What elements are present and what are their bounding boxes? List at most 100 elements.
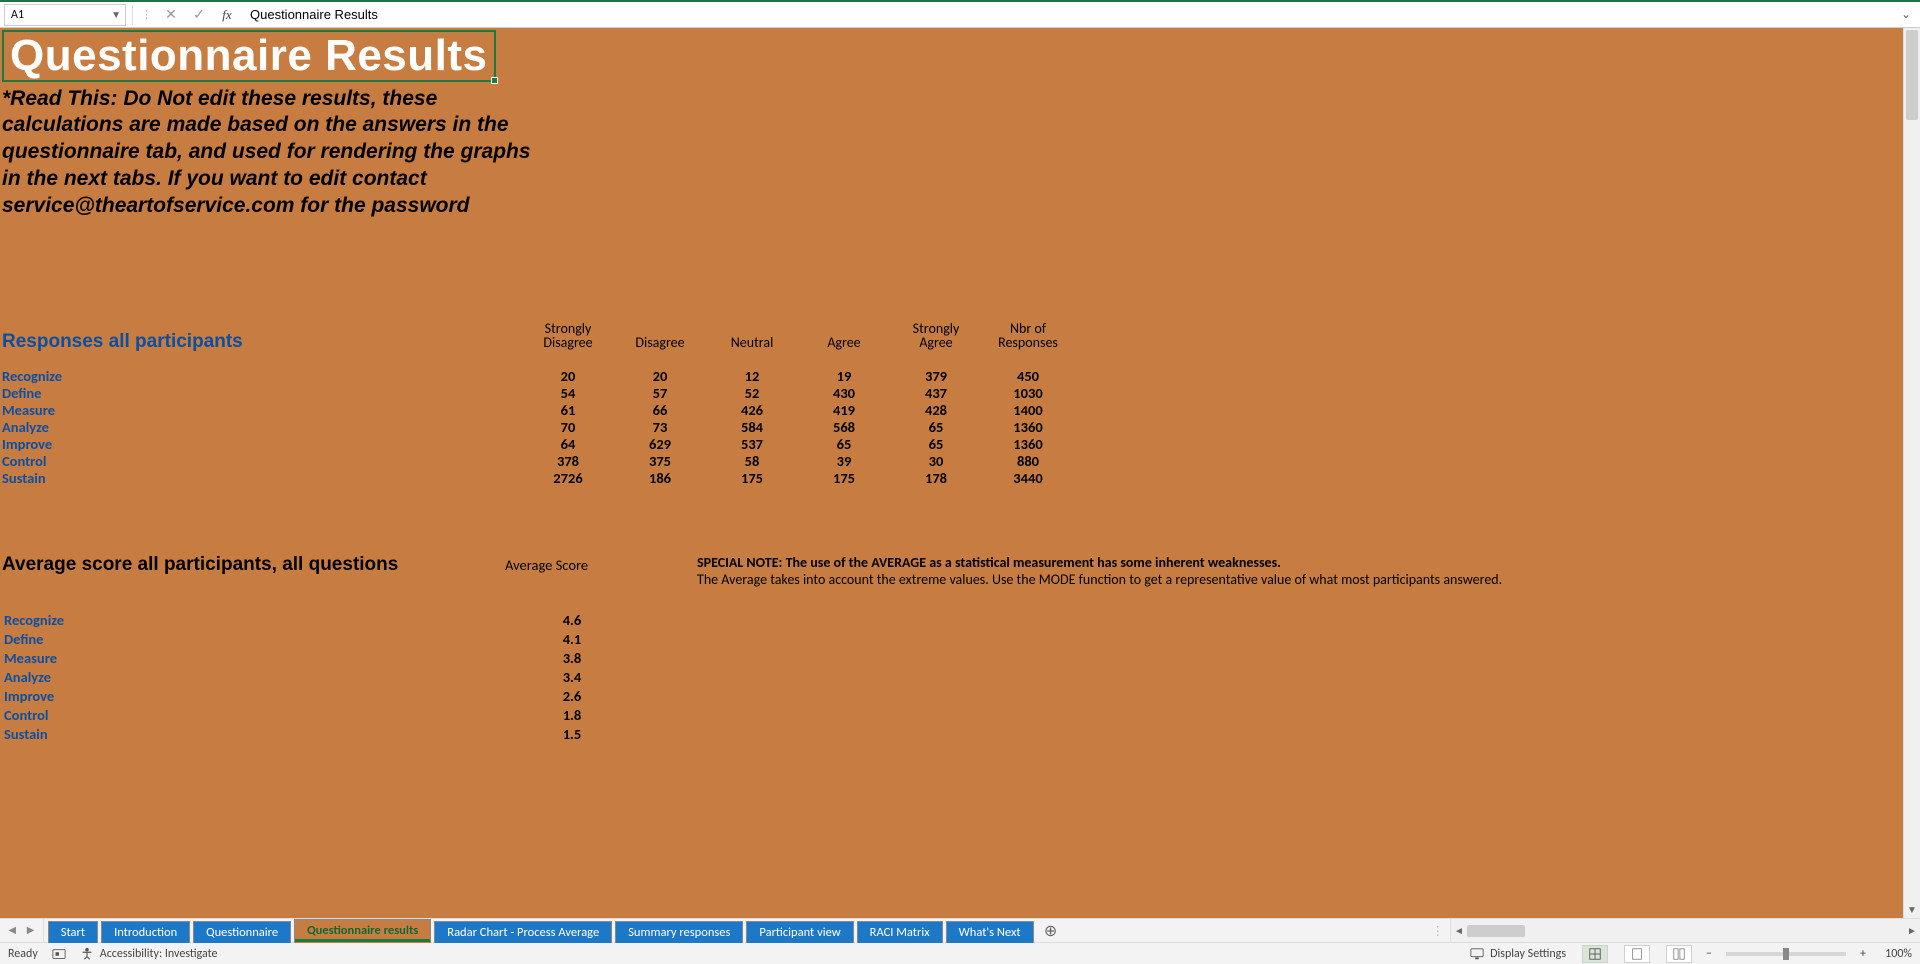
view-page-layout-button[interactable] xyxy=(1624,945,1650,963)
worksheet[interactable]: Questionnaire Results *Read This: Do Not… xyxy=(0,28,1903,918)
cell-value: 3.8 xyxy=(526,650,618,667)
zoom-percent[interactable]: 100% xyxy=(1872,947,1912,961)
name-box[interactable]: A1 ▼ xyxy=(4,4,126,26)
cell-value: 428 xyxy=(890,402,982,419)
scroll-left-arrow-icon[interactable]: ◄ xyxy=(1451,924,1467,937)
fill-handle[interactable] xyxy=(491,77,498,84)
sheet-tab[interactable]: Participant view xyxy=(746,921,853,943)
tab-nav-next-icon[interactable]: ► xyxy=(24,923,36,938)
table-row: Sustain1.5 xyxy=(4,726,618,743)
responses-table: Responses all participants StronglyDisag… xyxy=(2,322,1074,487)
cell-value: 450 xyxy=(982,368,1074,385)
sheet-tab[interactable]: Introduction xyxy=(101,921,190,943)
averages-table: Recognize4.6Define4.1Measure3.8Analyze3.… xyxy=(2,594,620,745)
cell-value: 1360 xyxy=(982,436,1074,453)
expand-formula-bar-button[interactable]: ⌄ xyxy=(1896,7,1916,22)
cell-value: 880 xyxy=(982,453,1074,470)
chevron-down-icon[interactable]: ▼ xyxy=(111,8,121,21)
sheet-tab-strip: ◄ ► StartIntroductionQuestionnaireQuesti… xyxy=(0,918,1920,942)
row-label: Analyze xyxy=(4,669,524,686)
zoom-controls: − + 100% xyxy=(1706,947,1912,961)
tab-nav-arrows[interactable]: ◄ ► xyxy=(0,919,44,942)
more-icon[interactable]: ⋮ xyxy=(139,8,154,21)
worksheet-area: Questionnaire Results *Read This: Do Not… xyxy=(0,28,1920,918)
zoom-slider[interactable] xyxy=(1726,952,1846,956)
view-page-break-button[interactable] xyxy=(1666,945,1692,963)
cell-value: 537 xyxy=(706,436,798,453)
cell-value: 378 xyxy=(522,453,614,470)
zoom-in-button[interactable]: + xyxy=(1860,947,1866,961)
grid-icon xyxy=(1588,947,1602,961)
hscroll-track[interactable] xyxy=(1467,924,1904,938)
table-row: Define5457524304371030 xyxy=(2,385,1074,402)
horizontal-scrollbar[interactable]: ◄ ► xyxy=(1450,919,1920,942)
fx-icon: fx xyxy=(222,7,231,23)
cell-value: 4.6 xyxy=(526,612,618,629)
row-label: Control xyxy=(2,453,522,470)
scroll-right-arrow-icon[interactable]: ► xyxy=(1904,924,1920,937)
cell-value: 52 xyxy=(706,385,798,402)
cell-value: 584 xyxy=(706,419,798,436)
view-normal-button[interactable] xyxy=(1582,945,1608,963)
zoom-slider-knob[interactable] xyxy=(1783,948,1789,960)
row-label: Recognize xyxy=(2,368,522,385)
note-line: The Average takes into account the extre… xyxy=(697,571,1502,588)
cancel-formula-button[interactable]: ✕ xyxy=(160,4,182,26)
cell-value: 178 xyxy=(890,470,982,487)
table-row: Analyze3.4 xyxy=(4,669,618,686)
warning-text: *Read This: Do Not edit these results, t… xyxy=(2,86,542,220)
table-row: Improve2.6 xyxy=(4,688,618,705)
sheet-tab[interactable]: Questionnaire results xyxy=(294,919,431,943)
cell-value: 629 xyxy=(614,436,706,453)
table-row: Measure3.8 xyxy=(4,650,618,667)
vertical-scrollbar[interactable]: ▲ ▼ xyxy=(1903,28,1920,918)
sheet-tab[interactable]: Radar Chart - Process Average xyxy=(434,921,612,943)
sheet-tab[interactable]: Start xyxy=(48,921,98,943)
cell-value: 568 xyxy=(798,419,890,436)
vscroll-thumb[interactable] xyxy=(1906,30,1918,120)
cell-value: 66 xyxy=(614,402,706,419)
hscroll-thumb[interactable] xyxy=(1467,925,1525,937)
macro-recorder-button[interactable] xyxy=(52,947,66,961)
monitor-icon xyxy=(1470,947,1484,961)
page-title: Questionnaire Results xyxy=(4,32,494,80)
cell-reference: A1 xyxy=(11,8,24,22)
row-label: Sustain xyxy=(4,726,524,743)
selected-cell-a1[interactable]: Questionnaire Results xyxy=(2,30,496,82)
cell-value: 1.8 xyxy=(526,707,618,724)
averages-section: Average score all participants, all ques… xyxy=(2,554,1863,745)
avg-col-header: Average Score xyxy=(505,556,588,574)
cell-value: 437 xyxy=(890,385,982,402)
divider xyxy=(132,5,133,25)
plus-circle-icon: ⊕ xyxy=(1044,921,1057,941)
cell-value: 175 xyxy=(706,470,798,487)
new-sheet-button[interactable]: ⊕ xyxy=(1037,919,1065,942)
cell-value: 379 xyxy=(890,368,982,385)
cell-value: 426 xyxy=(706,402,798,419)
zoom-out-button[interactable]: − xyxy=(1706,947,1712,961)
accessibility-button[interactable]: Accessibility: Investigate xyxy=(80,947,218,961)
cell-value: 2726 xyxy=(522,470,614,487)
sheet-tab[interactable]: Questionnaire xyxy=(193,921,291,943)
sheet-tab[interactable]: Summary responses xyxy=(615,921,743,943)
table-row: Recognize4.6 xyxy=(4,612,618,629)
row-label: Analyze xyxy=(2,419,522,436)
display-settings-button[interactable]: Display Settings xyxy=(1470,947,1566,961)
confirm-formula-button[interactable]: ✓ xyxy=(188,4,210,26)
tab-nav-prev-icon[interactable]: ◄ xyxy=(6,923,18,938)
responses-heading: Responses all participants xyxy=(2,331,243,352)
cell-value: 175 xyxy=(798,470,890,487)
sheet-tab[interactable]: What's Next xyxy=(946,921,1034,943)
table-row: Control1.8 xyxy=(4,707,618,724)
insert-function-button[interactable]: fx xyxy=(216,4,238,26)
sheet-tab[interactable]: RACI Matrix xyxy=(857,921,943,943)
table-row: Analyze7073584568651360 xyxy=(2,419,1074,436)
table-row: Recognize20201219379450 xyxy=(2,368,1074,385)
cell-value: 61 xyxy=(522,402,614,419)
note-bold: SPECIAL NOTE: The use of the AVERAGE as … xyxy=(697,554,1502,571)
cell-value: 430 xyxy=(798,385,890,402)
col-header: Strongly Agree xyxy=(890,322,982,350)
more-icon[interactable]: ⋮ xyxy=(1426,919,1451,942)
scroll-down-arrow-icon[interactable]: ▼ xyxy=(1904,903,1920,916)
formula-input[interactable] xyxy=(244,4,1890,26)
